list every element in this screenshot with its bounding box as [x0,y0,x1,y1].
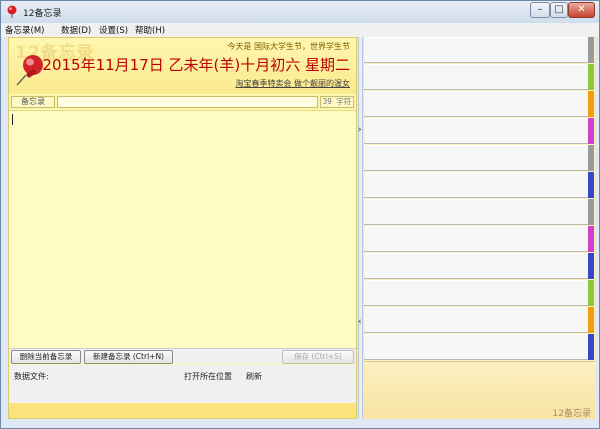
maximize-button[interactable]: □ [550,2,568,18]
refresh-link[interactable]: 刷新 [246,371,262,382]
memo-slot[interactable] [364,172,588,198]
datafile-bar: 数据文件: 打开所在位置 刷新 [9,365,356,403]
window-title: 12备忘录 [23,9,62,19]
app-window: 12备忘录 – □ ✕ 备忘录(M) 数据(D) 设置(S) 帮助(H) 12备… [0,0,600,429]
memo-editor-pane: 12备忘录 今天是 国际大学生节，世界学生节 2015年11月17日 乙未年(羊… [8,37,357,419]
current-date: 2015年11月17日 乙未年(羊)十月初六 星期二 [42,56,350,74]
memo-color-tab[interactable] [588,334,594,360]
memo-slot[interactable] [364,280,588,306]
memo-color-tab[interactable] [588,226,594,252]
memo-title-input[interactable] [57,96,318,108]
memo-content-editor[interactable] [9,110,356,348]
delete-memo-button[interactable]: 删除当前备忘录 [11,350,81,364]
memo-slot[interactable] [364,307,588,333]
memo-slot[interactable] [364,145,588,171]
festival-text: 今天是 国际大学生节，世界学生节 [227,42,350,51]
memo-slot[interactable] [364,226,588,252]
memo-color-tab[interactable] [588,91,594,117]
app-pin-icon [7,5,17,18]
menu-help[interactable]: 帮助(H) [135,24,165,36]
date-header: 12备忘录 今天是 国际大学生节，世界学生节 2015年11月17日 乙未年(羊… [9,38,356,94]
menu-memo[interactable]: 备忘录(M) [5,24,44,36]
memo-list-footer: 12备忘录 [364,361,595,419]
save-button[interactable]: 保存 (Ctrl+S) [282,350,354,364]
memo-slot[interactable] [364,64,588,90]
memo-color-tab[interactable] [588,37,594,63]
open-location-link[interactable]: 打开所在位置 [184,371,232,382]
memo-title-label: 备忘录 [11,96,55,108]
memo-slot[interactable] [364,91,588,117]
memo-slot[interactable] [364,334,588,360]
memo-slot[interactable] [364,118,588,144]
collapse-arrow-icon[interactable]: › [358,125,362,135]
new-memo-button[interactable]: 新建备忘录 (Ctrl+N) [84,350,173,364]
memo-color-tab[interactable] [588,280,594,306]
brand-label: 12备忘录 [552,409,591,419]
char-count: 39 字符 [320,96,354,108]
memo-slot[interactable] [364,199,588,225]
action-button-bar: 删除当前备忘录 新建备忘录 (Ctrl+N) 保存 (Ctrl+S) [9,348,356,364]
close-button[interactable]: ✕ [568,2,595,18]
datafile-label: 数据文件: [14,372,49,381]
memo-color-tab[interactable] [588,145,594,171]
memo-list-pane: 12备忘录 [364,37,595,419]
bottom-decor-strip [9,403,356,418]
ad-link[interactable]: 淘宝春季特卖会 做个靓丽的渥女 [235,78,350,89]
memo-slot[interactable] [364,37,588,63]
memo-color-tab[interactable] [588,199,594,225]
memo-color-tab[interactable] [588,172,594,198]
menu-data[interactable]: 数据(D) [61,24,91,36]
memo-slot[interactable] [364,253,588,279]
minimize-button[interactable]: – [530,2,550,18]
text-caret [12,114,13,125]
memo-color-tab[interactable] [588,64,594,90]
memo-color-tab[interactable] [588,118,594,144]
pane-splitter[interactable] [358,37,363,419]
memo-color-tab[interactable] [588,253,594,279]
menu-bar: 备忘录(M) 数据(D) 设置(S) 帮助(H) [1,23,599,37]
title-bar[interactable]: 12备忘录 – □ ✕ [1,1,599,23]
memo-color-tab[interactable] [588,307,594,333]
memo-title-bar: 备忘录 39 字符 [9,95,356,109]
expand-arrow-icon[interactable]: ‹ [358,317,362,327]
menu-settings[interactable]: 设置(S) [99,24,128,36]
